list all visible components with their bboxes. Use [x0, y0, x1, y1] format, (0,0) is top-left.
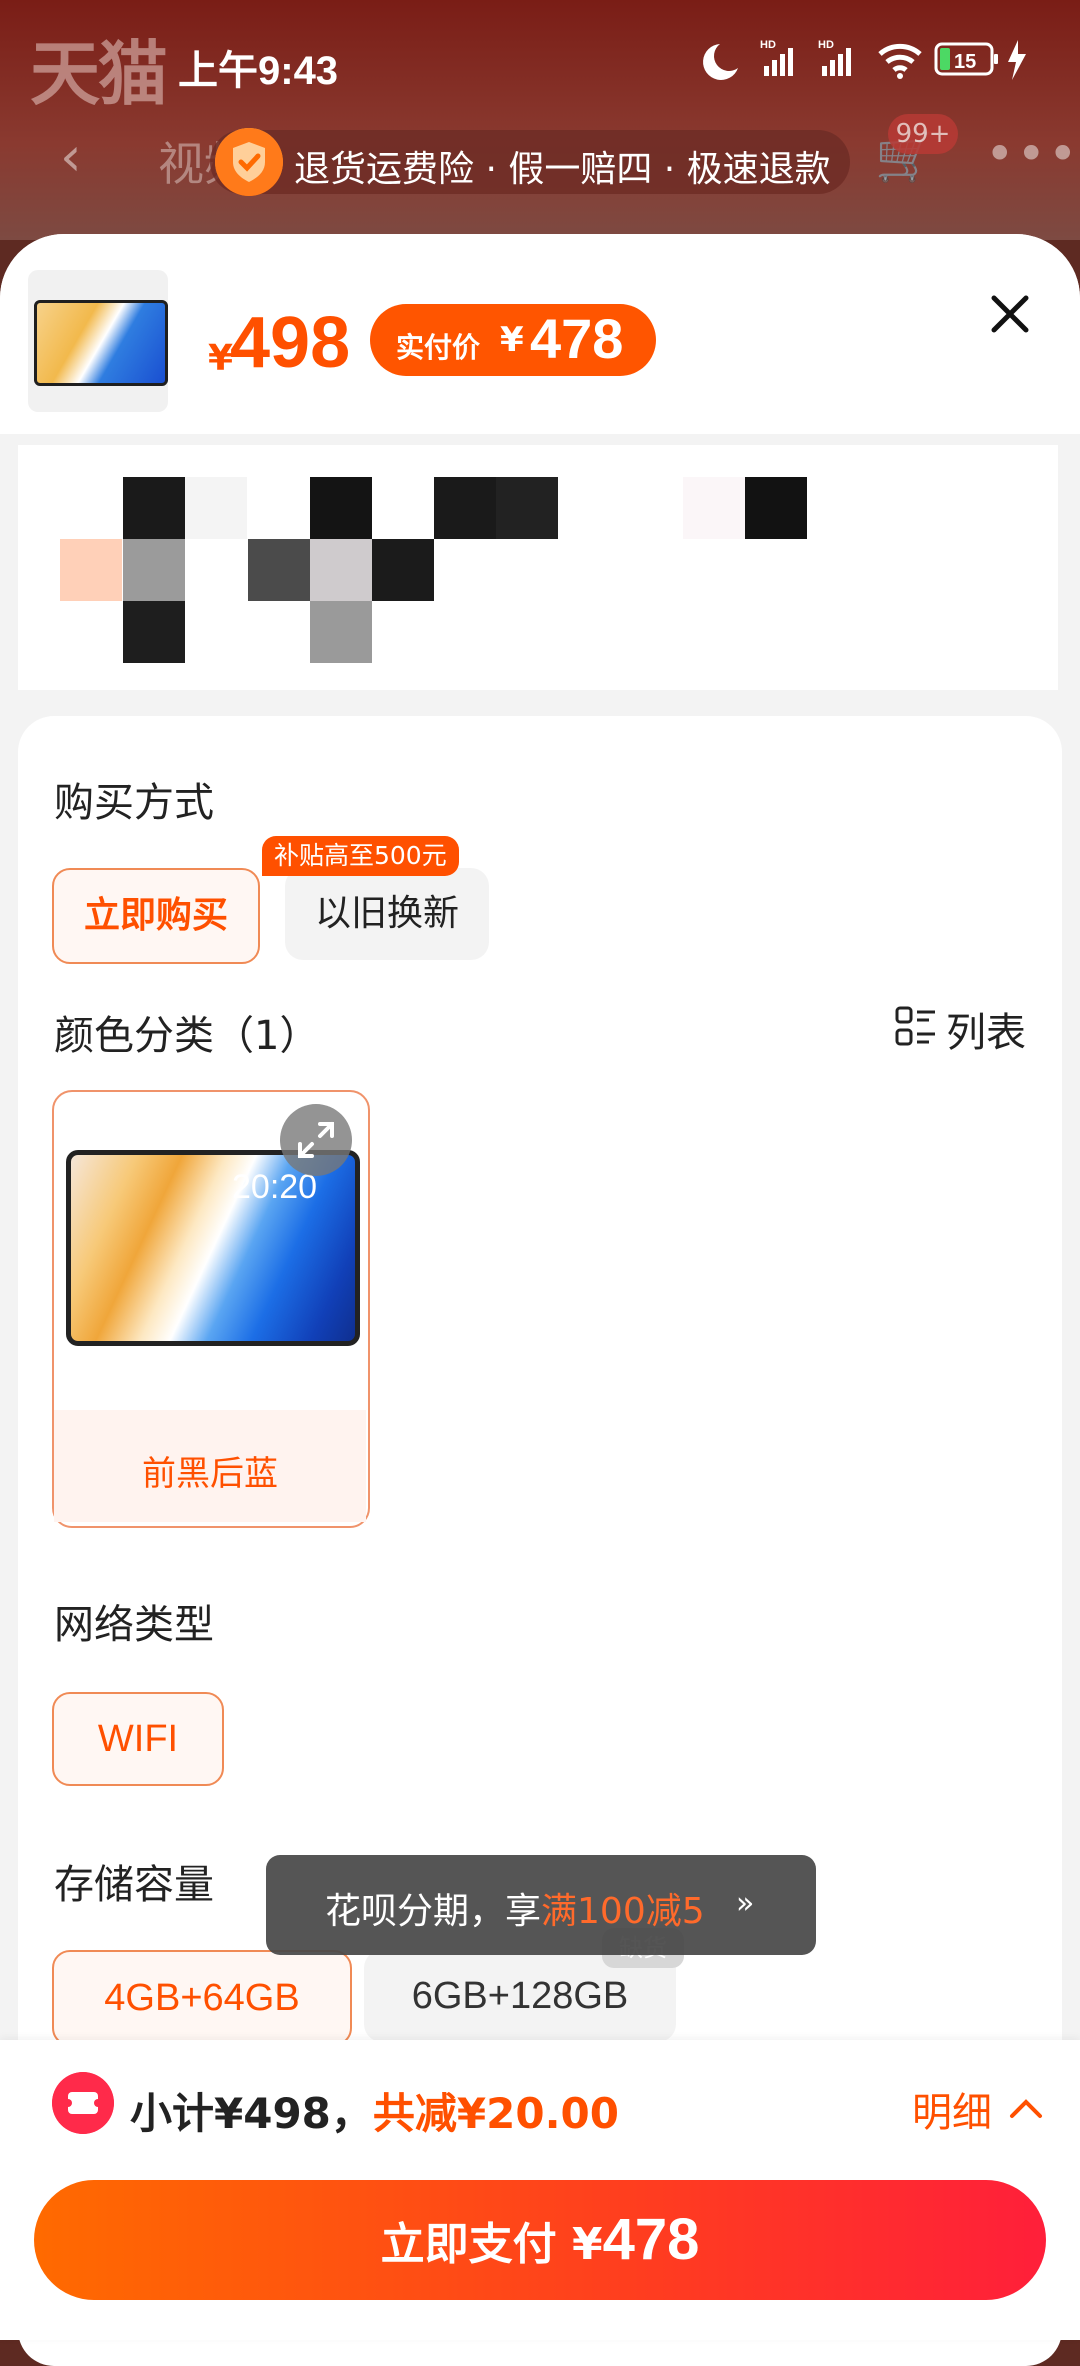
- battery-icon: 15: [934, 42, 998, 76]
- toast-highlight: 满100减5: [541, 1891, 705, 1932]
- chevron-down-double-icon: »: [736, 1886, 755, 1921]
- cart-badge: 99+: [888, 114, 958, 154]
- pay-now-label[interactable]: 立即支付 ¥478: [34, 2180, 1046, 2300]
- chevron-up-icon[interactable]: [1006, 2090, 1046, 2130]
- paid-price-label: 实付价: [396, 331, 481, 364]
- subtotal-amount: 小计¥498，: [130, 2089, 373, 2138]
- more-dots-icon: •••: [985, 125, 1080, 183]
- subsidy-tag: 补贴高至500元: [262, 836, 459, 876]
- product-thumbnail-image: [34, 300, 168, 386]
- paid-price-symbol: ¥: [500, 320, 524, 360]
- guarantee-text: 退货运费险 · 假一赔四 · 极速退款: [294, 149, 831, 190]
- detail-button[interactable]: 明细: [912, 2080, 992, 2138]
- price-value: 498: [230, 303, 351, 383]
- wifi-icon: [878, 43, 922, 79]
- toast-text: 花呗分期，享满100减5: [325, 1882, 705, 1934]
- pay-amount: 478: [602, 2207, 700, 2272]
- subtotal-text: 小计¥498，共减¥20.00: [130, 2080, 619, 2141]
- option-buy-now[interactable]: 立即购买: [52, 868, 260, 964]
- pay-symbol: ¥: [571, 2219, 603, 2270]
- list-view-icon[interactable]: [895, 1006, 937, 1048]
- shield-check-icon: [215, 128, 283, 196]
- option-storage-4-64[interactable]: 4GB+64GB: [52, 1950, 352, 2046]
- svg-text:HD: HD: [818, 39, 834, 51]
- signal-hd-icon: HD: [760, 39, 793, 76]
- status-time: 上午9:43: [178, 49, 339, 93]
- option-trade-in[interactable]: 以旧换新: [285, 868, 489, 960]
- storage-title: 存储容量: [54, 1862, 214, 1908]
- option-wifi[interactable]: WIFI: [52, 1692, 224, 1786]
- chevron-left-icon: ‹: [60, 125, 82, 188]
- toast-prefix: 花呗分期，享: [325, 1891, 542, 1932]
- coupon-icon: [52, 2072, 114, 2134]
- background-logo: 天猫: [30, 33, 168, 115]
- network-title: 网络类型: [54, 1602, 214, 1648]
- status-icons: HD HD 15: [703, 39, 1026, 80]
- close-icon[interactable]: [980, 284, 1040, 344]
- svg-text:HD: HD: [760, 39, 776, 51]
- pay-label: 立即支付: [380, 2219, 572, 2270]
- paid-price-value: 478: [530, 307, 624, 370]
- charging-icon: [1008, 40, 1026, 80]
- list-toggle-label[interactable]: 列表: [946, 1000, 1026, 1058]
- purchase-method-title: 购买方式: [54, 780, 214, 826]
- expand-icon[interactable]: [280, 1104, 352, 1176]
- color-option-label: 前黑后蓝: [142, 1454, 278, 1494]
- saved-amount: 共减¥20.00: [372, 2089, 619, 2138]
- redacted-product-info: [18, 445, 1058, 690]
- svg-text:15: 15: [954, 51, 976, 73]
- color-title: 颜色分类（1）: [54, 1013, 320, 1059]
- signal-hd-icon: HD: [818, 39, 851, 76]
- moon-icon: [703, 44, 738, 80]
